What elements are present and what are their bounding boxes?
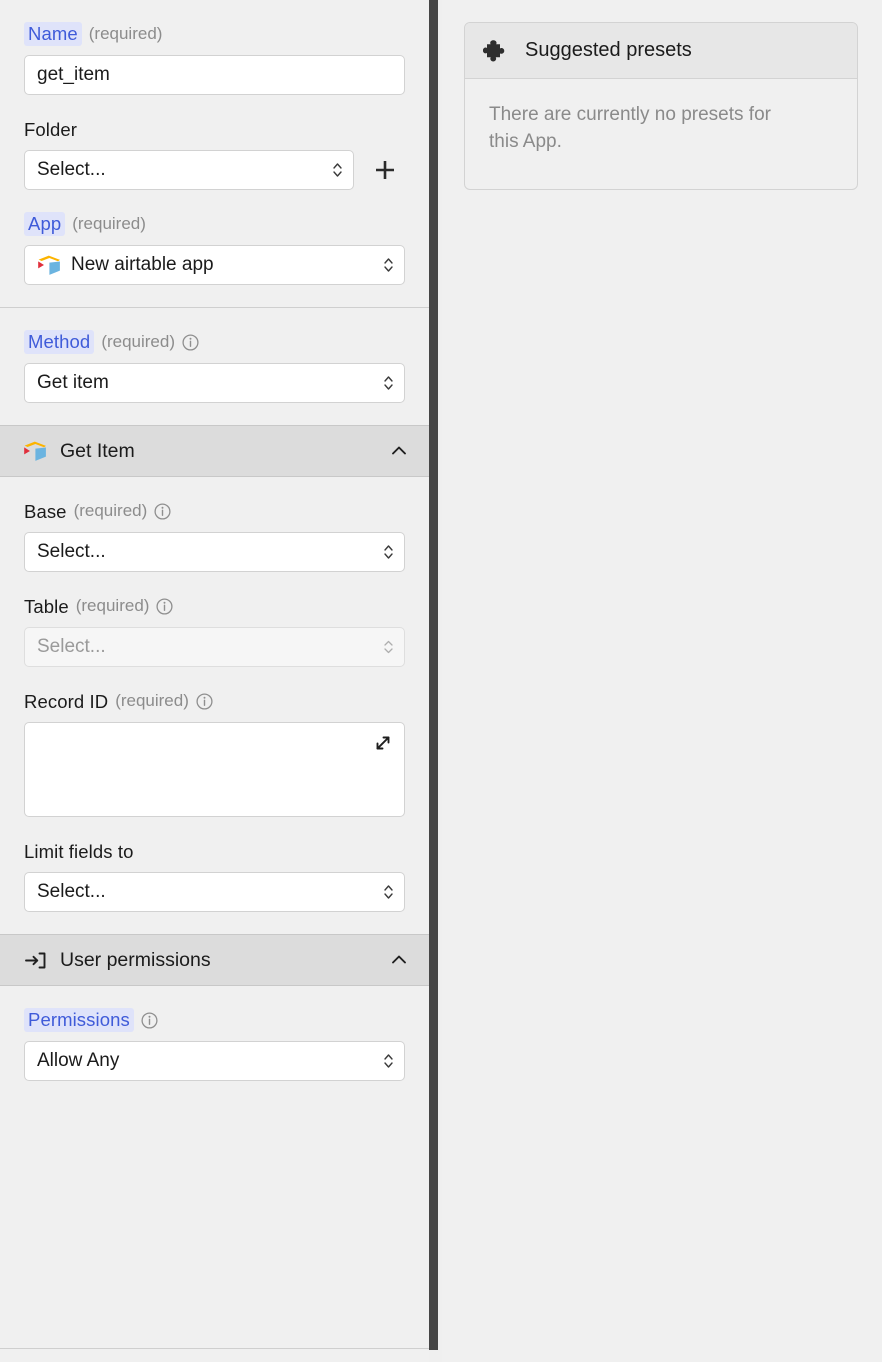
permissions-label: Permissions (24, 1008, 134, 1032)
info-circle-icon[interactable] (196, 692, 213, 710)
name-field-group: Name (required) (24, 22, 405, 95)
base-select-value: Select... (37, 541, 106, 562)
name-required-text: (required) (88, 24, 163, 43)
get-item-section-title: Get Item (60, 439, 135, 462)
panel-bottom-divider (0, 1348, 429, 1349)
table-required-text: (required) (75, 596, 150, 615)
add-folder-button[interactable] (368, 153, 402, 187)
limit-fields-select-value: Select... (37, 881, 106, 902)
table-select-value: Select... (37, 636, 106, 657)
limit-fields-group: Limit fields to Select... (24, 839, 405, 912)
airtable-logo-icon (22, 438, 48, 464)
folder-field-group: Folder Select... (24, 117, 405, 190)
limit-fields-select[interactable]: Select... (24, 872, 405, 912)
user-permissions-section-title: User permissions (60, 948, 211, 971)
base-label-row: Base (required) (24, 499, 405, 523)
permissions-select[interactable]: Allow Any (24, 1041, 405, 1081)
config-panel-scroll-content: Name (required) Folder (0, 0, 429, 1362)
chevron-up-icon[interactable] (389, 950, 409, 970)
expand-diagonal-icon (376, 736, 390, 750)
name-label: Name (24, 22, 82, 46)
airtable-logo-icon (38, 255, 60, 275)
app-select[interactable]: New airtable app (24, 245, 405, 285)
method-label: Method (24, 330, 95, 354)
table-select: Select... (24, 627, 405, 667)
record-id-required-text: (required) (115, 691, 189, 710)
record-id-input-wrap (24, 722, 405, 817)
limit-fields-label-row: Limit fields to (24, 839, 405, 863)
folder-label-row: Folder (24, 117, 405, 141)
suggested-presets-body: There are currently no presets for this … (465, 79, 857, 189)
config-panel-scrollbar-thumb[interactable] (429, 0, 438, 1350)
plus-icon (376, 161, 394, 179)
app-field-group: App (required) New airtable app (24, 212, 405, 285)
method-label-row: Method (required) (24, 330, 405, 354)
record-id-label-row: Record ID (required) (24, 689, 405, 713)
suggested-presets-card: Suggested presets There are currently no… (464, 22, 858, 190)
method-section-body: Method (required) Get item (0, 308, 429, 425)
general-section: Name (required) Folder (0, 0, 429, 307)
folder-select-value: Select... (37, 159, 106, 180)
method-select-value: Get item (37, 372, 109, 393)
user-permissions-section-header[interactable]: User permissions (0, 934, 429, 986)
get-item-fields: Base (required) Select... Table (require… (0, 477, 429, 934)
permissions-select-value: Allow Any (37, 1050, 120, 1071)
chevron-up-icon[interactable] (389, 441, 409, 461)
info-circle-icon[interactable] (141, 1011, 158, 1029)
table-field-group: Table (required) Select... (24, 594, 405, 667)
base-select[interactable]: Select... (24, 532, 405, 572)
folder-select[interactable]: Select... (24, 150, 354, 190)
method-select-wrap: Get item (24, 363, 405, 403)
presets-panel: Suggested presets There are currently no… (442, 0, 882, 1362)
name-input[interactable] (24, 55, 405, 95)
app-label: App (24, 212, 66, 236)
info-circle-icon[interactable] (182, 333, 199, 351)
base-select-wrap: Select... (24, 532, 405, 572)
record-id-input[interactable] (24, 722, 405, 817)
base-required-text: (required) (73, 501, 148, 520)
permissions-field-group: Permissions Allow Any (24, 1008, 405, 1081)
puzzle-piece-icon (483, 39, 505, 61)
table-select-wrap: Select... (24, 627, 405, 667)
method-required-text: (required) (101, 332, 176, 351)
get-item-section-header[interactable]: Get Item (0, 425, 429, 477)
node-config-screen: Name (required) Folder (0, 0, 882, 1362)
user-permissions-section-body: Permissions Allow Any (0, 986, 429, 1103)
expand-record-id-button[interactable] (371, 731, 395, 755)
permissions-label-row: Permissions (24, 1008, 405, 1032)
table-label-row: Table (required) (24, 594, 405, 618)
folder-label: Folder (24, 118, 78, 140)
folder-select-wrap: Select... (24, 150, 354, 190)
permissions-select-wrap: Allow Any (24, 1041, 405, 1081)
suggested-presets-title: Suggested presets (525, 39, 692, 61)
name-label-row: Name (required) (24, 22, 405, 46)
limit-fields-label: Limit fields to (24, 840, 134, 862)
app-label-row: App (required) (24, 212, 405, 236)
app-select-wrap: New airtable app (24, 245, 405, 285)
method-select[interactable]: Get item (24, 363, 405, 403)
permissions-fields: Permissions Allow Any (0, 986, 429, 1103)
config-panel: Name (required) Folder (0, 0, 429, 1362)
folder-row: Select... (24, 150, 405, 190)
table-label: Table (24, 595, 69, 617)
method-field-group: Method (required) Get item (24, 330, 405, 403)
info-circle-icon[interactable] (154, 502, 171, 520)
app-select-value: New airtable app (71, 254, 214, 275)
record-id-field-group: Record ID (required) (24, 689, 405, 817)
general-section-body: Name (required) Folder (0, 0, 429, 307)
method-section: Method (required) Get item (0, 308, 429, 425)
record-id-label: Record ID (24, 690, 109, 712)
app-required-text: (required) (72, 214, 146, 233)
base-field-group: Base (required) Select... (24, 499, 405, 572)
info-circle-icon[interactable] (156, 597, 173, 615)
get-item-section-body: Base (required) Select... Table (require… (0, 477, 429, 934)
suggested-presets-empty-message: There are currently no presets for this … (489, 104, 771, 152)
login-arrow-icon (22, 947, 48, 973)
base-label: Base (24, 500, 67, 522)
limit-fields-select-wrap: Select... (24, 872, 405, 912)
suggested-presets-header: Suggested presets (465, 23, 857, 79)
